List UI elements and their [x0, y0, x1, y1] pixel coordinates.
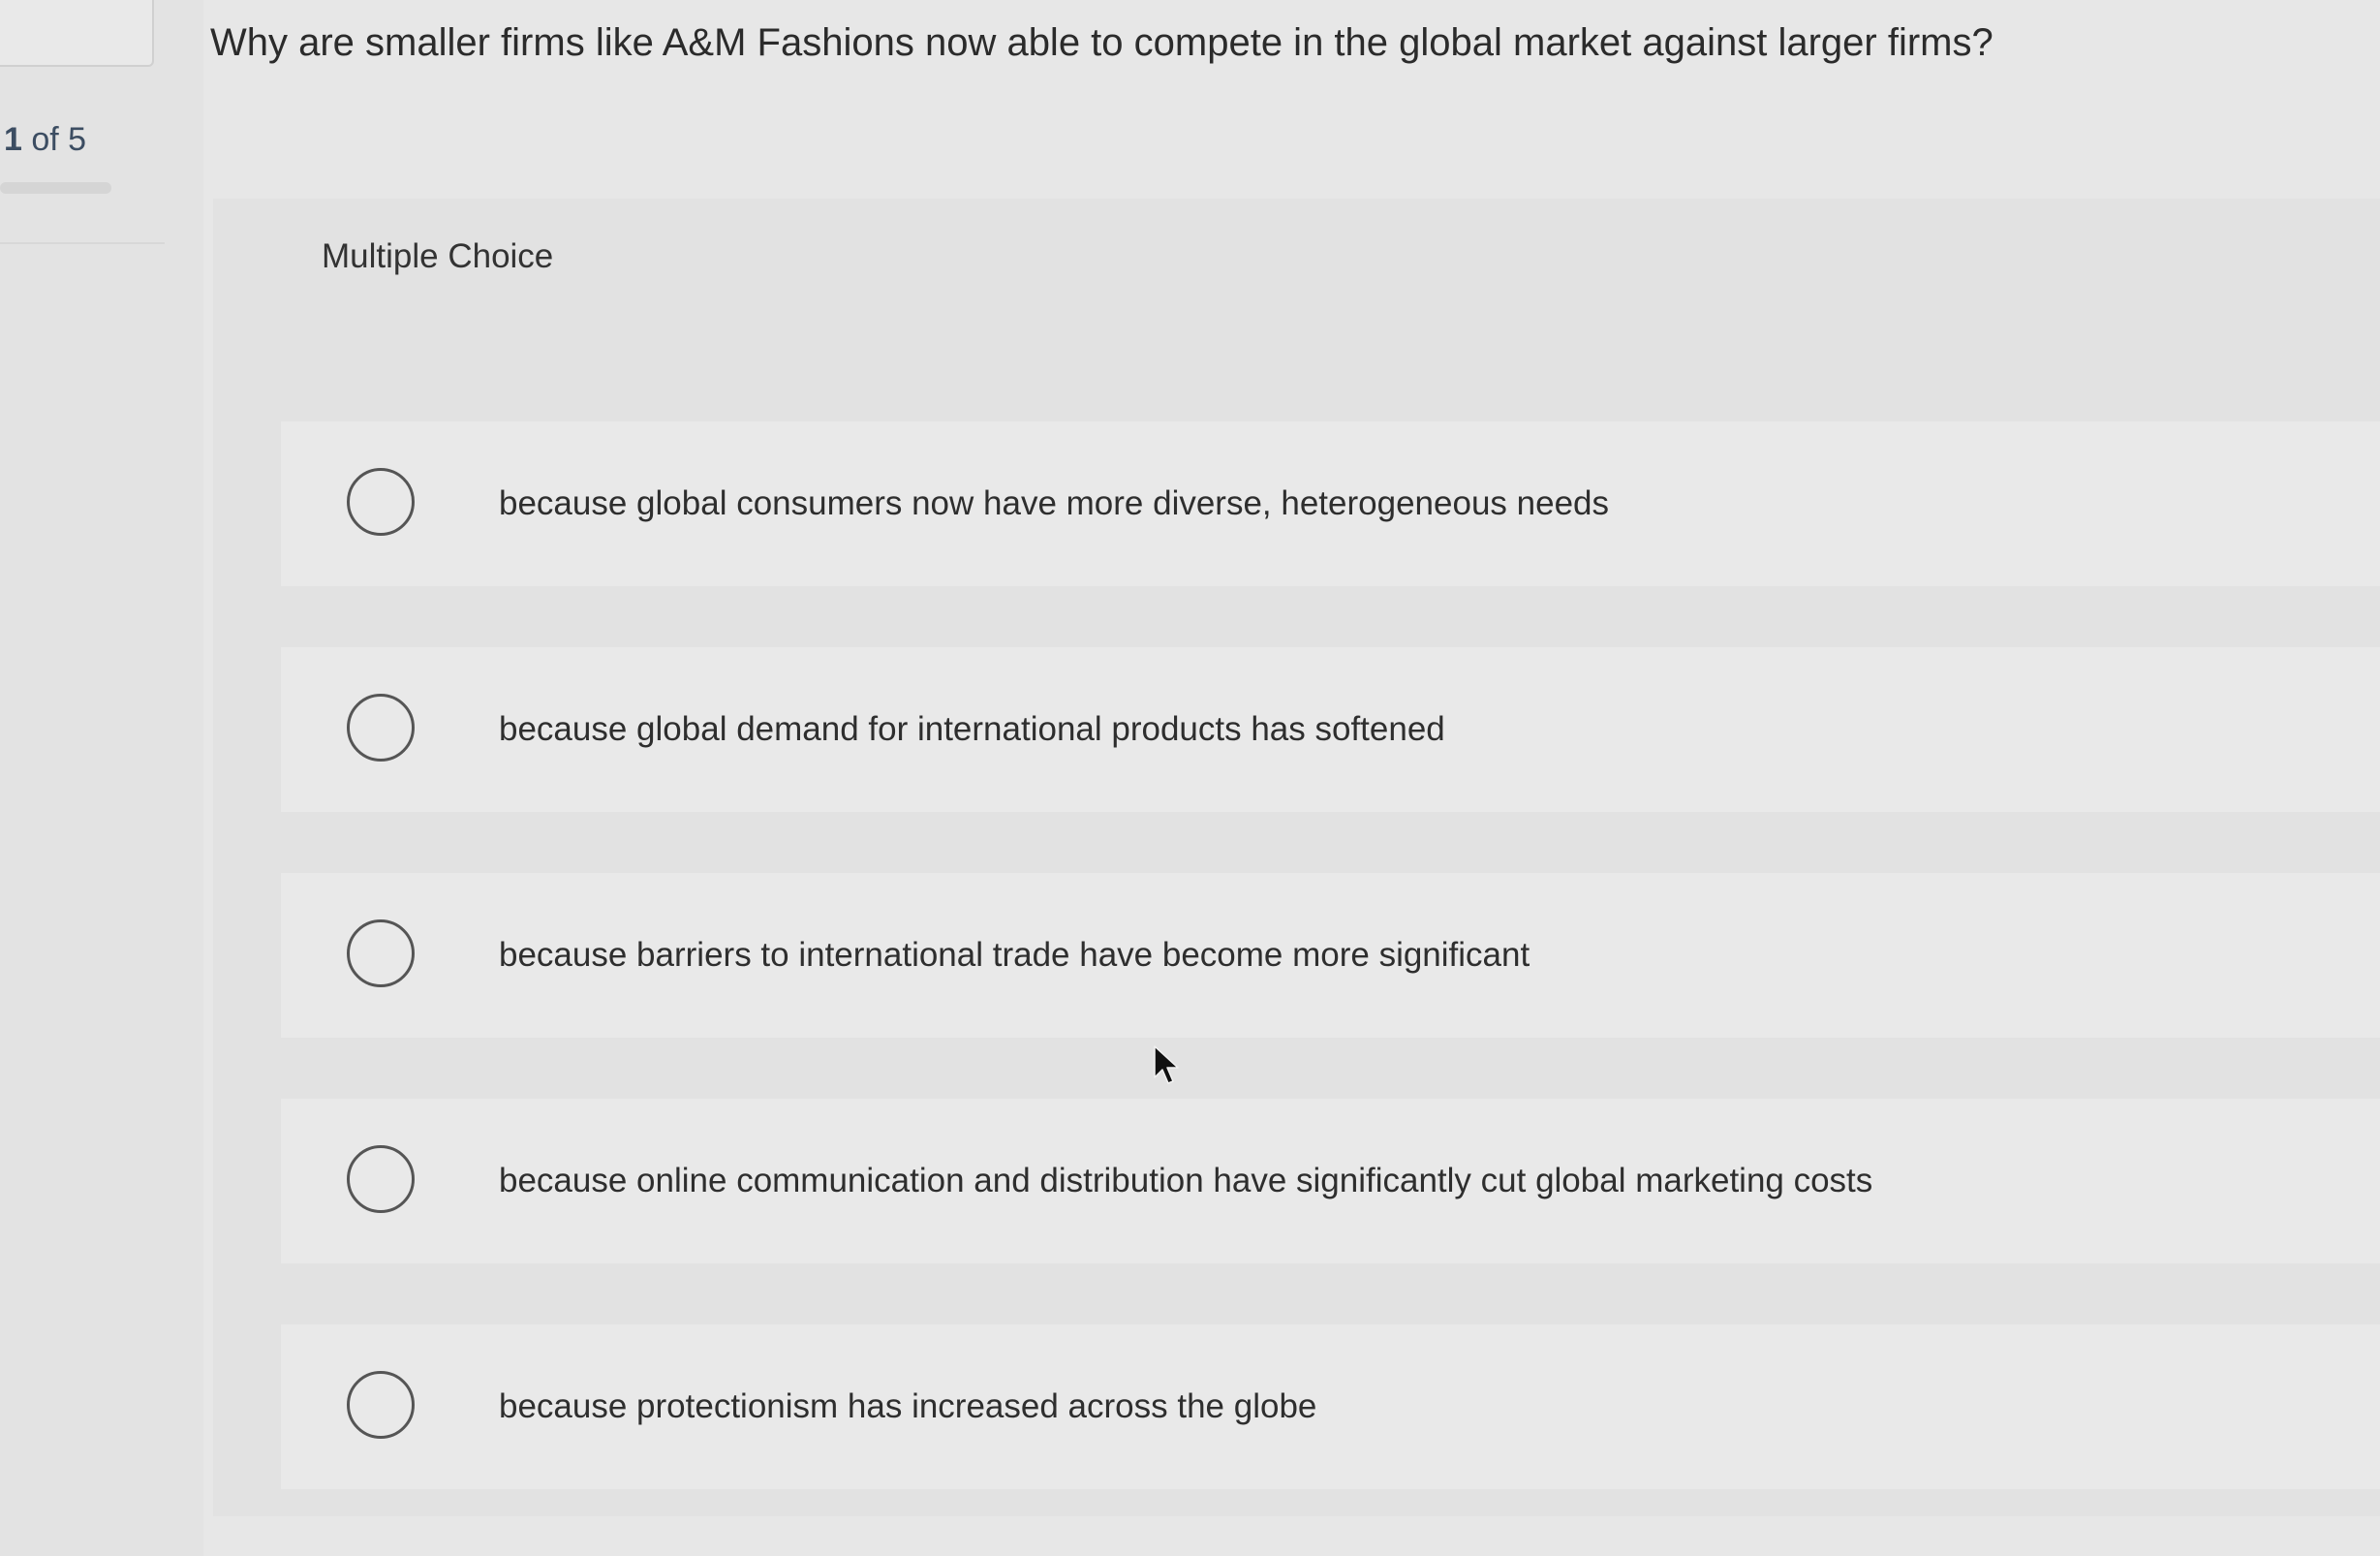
- radio-button-icon[interactable]: [347, 1371, 415, 1439]
- rail-control-box[interactable]: [0, 0, 154, 67]
- answer-option-5[interactable]: because protectionism has increased acro…: [281, 1324, 2380, 1489]
- question-prompt: Why are smaller firms like A&M Fashions …: [210, 21, 1994, 64]
- radio-button-icon[interactable]: [347, 919, 415, 987]
- answer-options-list: because global consumers now have more d…: [281, 421, 2380, 1489]
- answer-option-3[interactable]: because barriers to international trade …: [281, 873, 2380, 1038]
- rail-divider: [0, 242, 165, 244]
- radio-button-icon[interactable]: [347, 1145, 415, 1213]
- radio-button-icon[interactable]: [347, 694, 415, 762]
- question-counter: 1 of 5: [4, 121, 86, 159]
- answer-option-label: because protectionism has increased acro…: [499, 1387, 1317, 1425]
- answer-option-label: because global demand for international …: [499, 710, 1445, 748]
- question-type-label: Multiple Choice: [322, 237, 554, 275]
- radio-button-icon[interactable]: [347, 468, 415, 536]
- answer-panel: Multiple Choice because global consumers…: [213, 199, 2380, 1516]
- progress-bar: [0, 182, 111, 194]
- current-question-number: 1: [4, 121, 22, 158]
- left-navigation-rail: 1 of 5: [0, 0, 203, 1556]
- answer-option-label: because online communication and distrib…: [499, 1162, 1873, 1199]
- total-questions: of 5: [31, 121, 87, 158]
- answer-option-2[interactable]: because global demand for international …: [281, 647, 2380, 812]
- mouse-pointer-icon: [1154, 1045, 1179, 1084]
- answer-option-label: because global consumers now have more d…: [499, 484, 1609, 522]
- answer-option-1[interactable]: because global consumers now have more d…: [281, 421, 2380, 586]
- answer-option-4[interactable]: because online communication and distrib…: [281, 1099, 2380, 1263]
- answer-option-label: because barriers to international trade …: [499, 936, 1530, 974]
